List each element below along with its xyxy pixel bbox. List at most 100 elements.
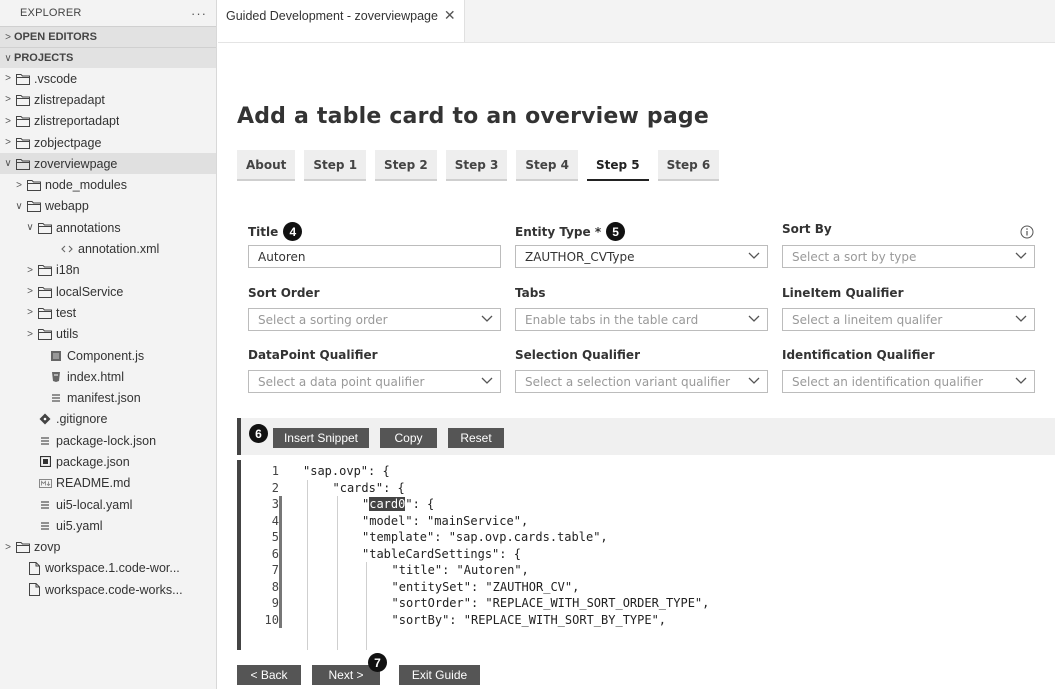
folder-icon [16,114,30,128]
folder-icon [27,199,41,213]
code-text-segment: "title": "Autoren", [391,563,529,578]
tree-item[interactable]: workspace.code-works... [0,579,216,600]
selection-qualifier-label: Selection Qualifier [515,348,640,362]
sort-by-select[interactable]: Select a sort by type [782,245,1035,268]
tree-item[interactable]: annotation.xml [0,238,216,259]
tree-item[interactable]: README.md [0,473,216,494]
tree-item[interactable]: ∨ webapp [0,196,216,217]
tree-item[interactable]: > zobjectpage [0,132,216,153]
json-file-icon [49,391,63,405]
tree-item-label: node_modules [45,178,128,193]
tree-item[interactable]: workspace.1.code-wor... [0,558,216,579]
tree-item[interactable]: > test [0,302,216,323]
page-title: Add a table card to an overview page [237,104,709,129]
entity-type-label: Entity Type * 5 [515,222,626,241]
chevron-right-icon: > [27,307,33,319]
tree-item[interactable]: > zlistreportadapt [0,111,216,132]
tree-item[interactable]: package.json [0,451,216,472]
tree-item[interactable]: > i18n [0,260,216,281]
step-tab-step-3[interactable]: Step 3 [445,150,508,181]
tree-item[interactable]: index.html [0,366,216,387]
step-tab-step-1[interactable]: Step 1 [304,150,367,181]
entity-type-value: ZAUTHOR_CVType [525,249,635,264]
code-text: "tableCardSettings": { [362,547,521,561]
reset-button[interactable]: Reset [448,428,504,448]
tree-item-label: i18n [56,263,80,278]
line-number: 1 [271,464,279,479]
tree-item[interactable]: > zlistrepadapt [0,89,216,110]
datapoint-label-text: DataPoint Qualifier [248,348,378,362]
tree-item[interactable]: manifest.json [0,387,216,408]
tree-item[interactable]: > node_modules [0,174,216,195]
insert-snippet-button[interactable]: Insert Snippet [273,428,369,448]
yaml-file-icon [38,519,52,533]
chevron-down-icon [481,312,493,326]
tree-item[interactable]: ui5.yaml [0,515,216,536]
tree-item[interactable]: Component.js [0,345,216,366]
close-icon[interactable]: ✕ [444,8,456,22]
selection-placeholder: Select a selection variant qualifier [525,374,731,389]
projects-section[interactable]: ∨ PROJECTS [0,47,216,68]
step-tab-step-2[interactable]: Step 2 [375,150,437,181]
chevron-down-icon: ∨ [4,158,12,170]
tab-guided-development[interactable]: Guided Development - zoverviewpage ✕ [218,0,465,42]
code-text-segment: "tableCardSettings": { [362,546,521,561]
step-tab-step-5[interactable]: Step 5 [586,150,649,181]
tree-item[interactable]: > localService [0,281,216,302]
tree-item[interactable]: package-lock.json [0,430,216,451]
sort-order-label-text: Sort Order [248,286,320,300]
entity-type-select[interactable]: ZAUTHOR_CVType [515,245,768,268]
tree-item-label: Component.js [67,348,145,363]
code-text-segment: "sap.ovp": { [303,464,390,479]
tree-item-label: zlistreportadapt [34,114,120,129]
code-text-segment: "entitySet": "ZAUTHOR_CV", [391,579,580,594]
more-actions-icon[interactable]: ··· [191,6,207,21]
chevron-down-icon: ∨ [15,200,23,212]
tabs-select[interactable]: Enable tabs in the table card [515,308,768,331]
indent-guide [336,496,338,650]
code-text-segment: ": { [405,497,435,512]
sort-order-label: Sort Order [248,286,319,300]
javascript-file-icon [49,349,63,363]
datapoint-qualifier-label: DataPoint Qualifier [248,348,378,362]
tabs-placeholder: Enable tabs in the table card [525,312,699,327]
exit-guide-button[interactable]: Exit Guide [399,665,480,685]
identification-qualifier-select[interactable]: Select an identification qualifier [782,370,1035,393]
code-text: "entitySet": "ZAUTHOR_CV", [392,580,580,594]
code-text-segment: "model": "mainService", [362,513,529,528]
changed-line-marker [279,611,282,628]
tree-item[interactable]: ∨ zoverviewpage [0,153,216,175]
code-snippet-editor[interactable]: 1 "sap.ovp": {2 "cards": {3 "card0": {4 "mod… [237,460,1055,650]
step-tab-step-6[interactable]: Step 6 [657,150,720,181]
code-line: 3 "card0": { [241,496,1055,513]
markdown-file-icon [38,476,52,490]
tabs-label-text: Tabs [515,286,546,300]
step-tab-step-4[interactable]: Step 4 [516,150,578,181]
tree-item[interactable]: > zovp [0,537,216,558]
changed-line-marker [279,578,282,595]
copy-button[interactable]: Copy [380,428,437,448]
callout-badge-5: 5 [606,222,626,241]
tree-item[interactable]: ui5-local.yaml [0,494,216,515]
git-file-icon [38,412,52,426]
selection-qualifier-select[interactable]: Select a selection variant qualifier [515,370,768,393]
tree-item[interactable]: .gitignore [0,409,216,430]
open-editors-section[interactable]: > OPEN EDITORS [0,26,216,47]
sort-by-label-text: Sort By [782,222,832,236]
lineitem-qualifier-select[interactable]: Select a lineitem qualifer [782,308,1035,331]
line-number: 5 [271,530,279,545]
title-input-value: Autoren [258,249,306,264]
tree-item-label: annotation.xml [78,242,160,257]
npm-package-icon [38,455,52,469]
datapoint-qualifier-select[interactable]: Select a data point qualifier [248,370,501,393]
back-button[interactable]: < Back [237,665,301,685]
title-input[interactable]: Autoren [248,245,501,268]
tree-item[interactable]: ∨ annotations [0,217,216,238]
tree-item[interactable]: > utils [0,324,216,345]
sort-order-select[interactable]: Select a sorting order [248,308,501,331]
tree-item[interactable]: > .vscode [0,68,216,89]
info-icon[interactable] [1020,225,1034,239]
tree-item-label: utils [56,327,79,342]
step-tab-about[interactable]: About [237,150,296,181]
selection-label-text: Selection Qualifier [515,348,640,362]
